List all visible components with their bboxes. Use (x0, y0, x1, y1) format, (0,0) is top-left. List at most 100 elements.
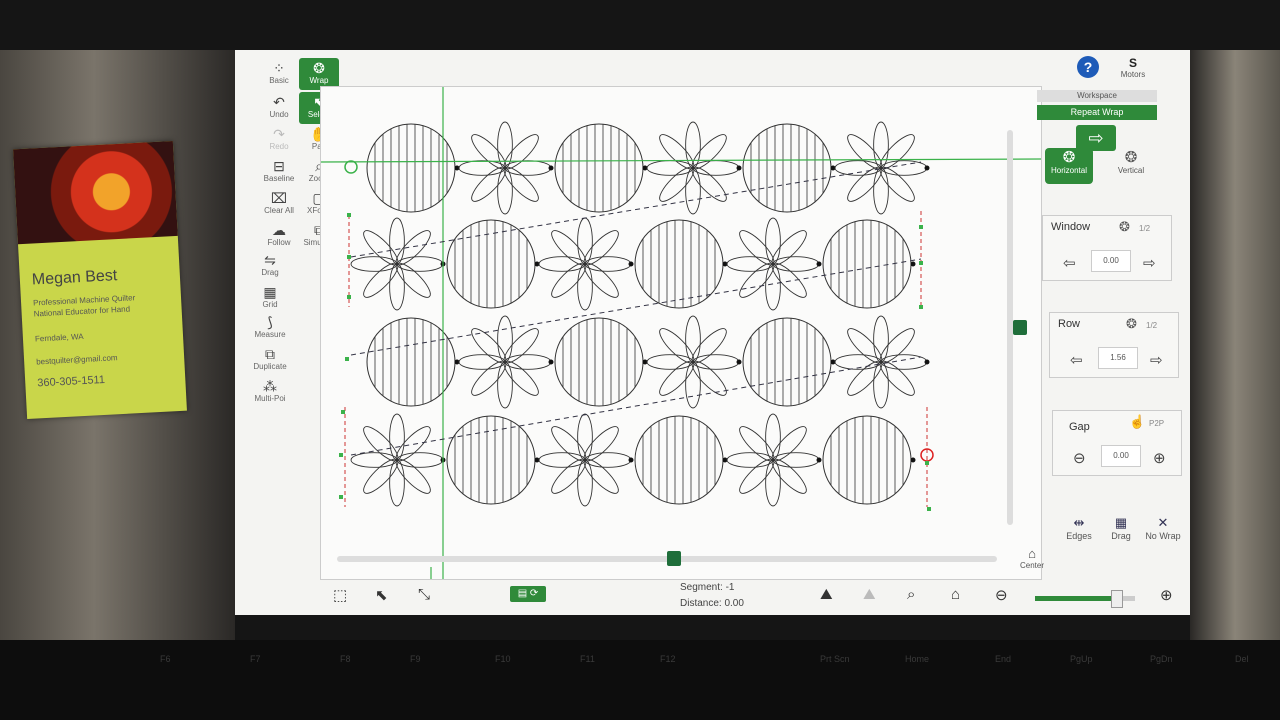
grid-icon: ▦ (263, 284, 277, 300)
image-icon[interactable]: ⛰ (820, 586, 833, 603)
repeat-wrap-tab[interactable]: Repeat Wrap (1037, 105, 1157, 120)
card-name: Megan Best (31, 267, 118, 289)
petal (503, 360, 539, 396)
home-view-icon[interactable]: ⌂ (951, 586, 960, 603)
tool-drag-button[interactable]: ⇋ Drag (250, 250, 290, 282)
horizontal-button[interactable]: ❂ Horizontal (1045, 148, 1093, 184)
redo-icon: ↷ (273, 126, 285, 142)
node-point (548, 165, 554, 171)
key-label: Home (905, 654, 930, 664)
view-toggle-icon[interactable]: ▤ ⟳ (510, 586, 546, 602)
tool-basic-label: Basic (269, 76, 289, 85)
edges-label: Edges (1066, 531, 1092, 541)
row-wrap-icon[interactable]: ❂ (1126, 316, 1137, 332)
row-left-arrow-icon[interactable]: ⇦ (1070, 351, 1083, 369)
petal (659, 328, 695, 364)
segment-readout: Segment: -1 (680, 582, 735, 593)
tool-duplicate-button[interactable]: ⧉ Duplicate (250, 344, 290, 376)
node-point (628, 261, 634, 267)
key-label: F9 (410, 654, 421, 664)
edge-handle (919, 305, 923, 309)
node-point (736, 165, 742, 171)
vertical-button[interactable]: ❂ Vertical (1107, 148, 1155, 184)
no-wrap-button[interactable]: ✕ No Wrap (1143, 515, 1183, 541)
edge-handle (341, 410, 345, 414)
help-button[interactable]: ? (1077, 56, 1099, 78)
gap-mode[interactable]: P2P (1149, 419, 1164, 428)
window-wrap-icon[interactable]: ❂ (1119, 219, 1130, 235)
gap-value[interactable]: 0.00 (1101, 445, 1141, 467)
no-wrap-label: No Wrap (1145, 531, 1181, 541)
petal (395, 262, 431, 298)
edge-handle (339, 495, 343, 499)
tool-multipoint-button[interactable]: ⁂ Multi-Poi (250, 376, 290, 408)
petal (691, 134, 727, 170)
gap-decrease-icon[interactable]: ⊖ (1073, 449, 1086, 467)
petal (551, 458, 587, 494)
tool-multipoint-label: Multi-Poi (254, 394, 286, 403)
tool-grid-button[interactable]: ▦ Grid (250, 282, 290, 314)
drag-label: Drag (1111, 531, 1131, 541)
tool-redo-label: Redo (269, 142, 289, 151)
zoom-out-icon[interactable]: ⊖ (995, 586, 1008, 604)
motors-label: Motors (1120, 70, 1146, 79)
petal (583, 458, 619, 494)
row-fraction[interactable]: 1/2 (1146, 321, 1157, 330)
window-value[interactable]: 0.00 (1091, 250, 1131, 272)
gap-increase-icon[interactable]: ⊕ (1153, 449, 1166, 467)
tool-basic-button[interactable]: ⁘ Basic (259, 58, 299, 90)
zoom-fit-icon[interactable]: ⌕ (907, 586, 915, 603)
vertical-scroll-thumb[interactable] (1013, 320, 1027, 335)
horizontal-label: Horizontal (1050, 166, 1087, 175)
node-point (548, 359, 554, 365)
tool-clearall-button[interactable]: ⌧ Clear All (259, 188, 299, 220)
window-right-arrow-icon[interactable]: ⇨ (1143, 254, 1156, 272)
drag-button[interactable]: ▦ Drag (1101, 515, 1141, 541)
window-fraction[interactable]: 1/2 (1139, 224, 1150, 233)
petal (583, 230, 619, 266)
start-marker (344, 160, 358, 174)
select-arrow-icon[interactable]: ⬉ (375, 586, 388, 604)
tool-undo-button[interactable]: ↶ Undo (259, 92, 299, 124)
row-value[interactable]: 1.56 (1098, 347, 1138, 369)
design-canvas[interactable]: ⇨ (320, 86, 1116, 580)
motors-button[interactable]: S Motors (1115, 56, 1151, 79)
petal (503, 134, 539, 170)
tool-redo-button[interactable]: ↷ Redo (259, 124, 299, 156)
zoom-slider-knob[interactable] (1111, 590, 1123, 608)
petal (363, 426, 399, 462)
gap-pointer-icon[interactable]: ☝ (1129, 414, 1145, 430)
row-right-arrow-icon[interactable]: ⇨ (1150, 351, 1163, 369)
window-left-arrow-icon[interactable]: ⇦ (1063, 254, 1076, 272)
tool-clearall-label: Clear All (264, 206, 294, 215)
horizontal-wrap-icon: ❂ (1062, 149, 1076, 166)
petal (847, 328, 883, 364)
wrap-icon: ❂ (313, 60, 325, 76)
petal (847, 134, 883, 170)
stitch-circle (446, 415, 536, 505)
petal (691, 328, 727, 364)
vertical-label: Vertical (1117, 166, 1145, 175)
edges-button[interactable]: ⇹ Edges (1059, 515, 1099, 541)
petal (659, 360, 695, 396)
tool-follow-button[interactable]: ☁ Follow (259, 220, 299, 252)
node-point (736, 359, 742, 365)
select-box-icon[interactable]: ⬚ (333, 586, 347, 604)
quilt-design[interactable] (321, 87, 1041, 579)
tool-baseline-button[interactable]: ⊟ Baseline (259, 156, 299, 188)
gap-panel: Gap ☝ P2P ⊖ 0.00 ⊕ (1052, 410, 1182, 476)
card-phone: 360-305-1511 (37, 373, 106, 390)
deselect-icon[interactable]: ⤡ (418, 586, 430, 603)
zoom-in-icon[interactable]: ⊕ (1160, 586, 1173, 604)
stitch-circle (742, 123, 832, 213)
key-label: F10 (495, 654, 511, 664)
tool-undo-label: Undo (269, 110, 289, 119)
petal (771, 458, 807, 494)
horizontal-scroll-thumb[interactable] (667, 551, 681, 566)
workspace-tab[interactable]: Workspace (1037, 90, 1157, 102)
zoom-slider[interactable] (1035, 590, 1135, 608)
petal (847, 360, 883, 396)
tool-measure-button[interactable]: ⟆ Measure (250, 312, 290, 344)
node-point (628, 457, 634, 463)
tool-grid-label: Grid (262, 300, 278, 309)
